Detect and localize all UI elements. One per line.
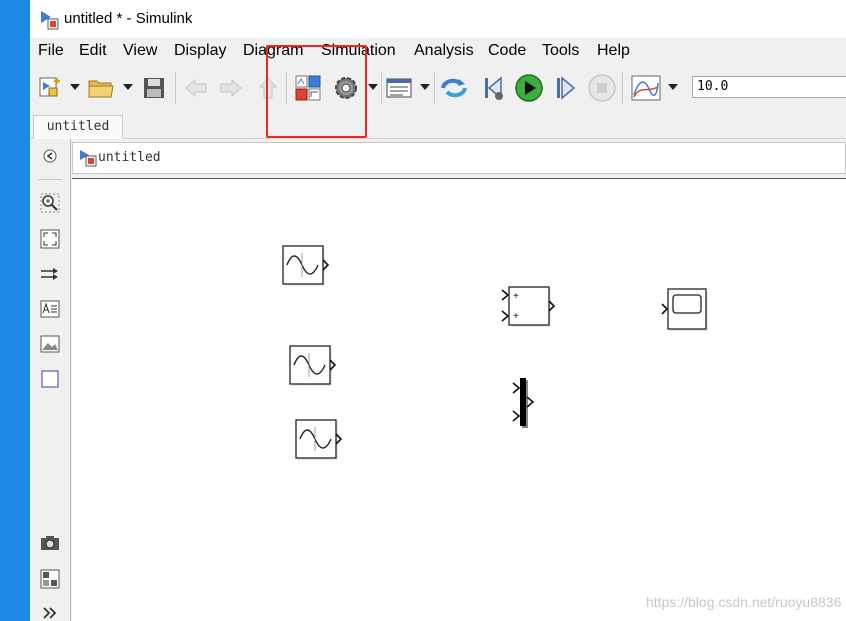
model-explorer-icon	[386, 78, 412, 98]
menu-file[interactable]: File	[38, 42, 64, 60]
save-button[interactable]	[138, 72, 170, 104]
snapshot-button[interactable]	[38, 531, 62, 555]
mux-block[interactable]	[511, 377, 541, 436]
update-diagram-button[interactable]	[438, 72, 470, 104]
menu-tools[interactable]: Tools	[542, 42, 579, 60]
save-icon	[144, 78, 164, 98]
simulink-app-icon	[39, 10, 59, 30]
camera-icon	[41, 536, 59, 550]
image-button[interactable]	[38, 332, 62, 356]
toolbar-separator	[175, 72, 176, 104]
model-browser-button[interactable]	[38, 567, 62, 591]
step-back-button[interactable]	[477, 72, 509, 104]
toolbar: 10.0	[30, 66, 846, 110]
expand-palette-button[interactable]	[38, 601, 62, 621]
tab-untitled[interactable]: untitled	[33, 115, 123, 139]
step-forward-icon	[557, 76, 576, 100]
arrows-right-icon	[41, 268, 58, 280]
sum-sign-2: +	[513, 311, 519, 322]
stop-time-field[interactable]: 10.0	[692, 76, 846, 98]
chevron-down-icon	[420, 84, 430, 90]
scope-block[interactable]	[660, 287, 710, 338]
address-bar: untitled	[72, 142, 846, 174]
refresh-icon	[441, 78, 467, 98]
data-inspector-dropdown[interactable]	[668, 82, 678, 92]
fit-to-view-button[interactable]	[38, 227, 62, 251]
sine-wave-block-3[interactable]	[295, 419, 343, 468]
stop-button[interactable]	[586, 72, 618, 104]
zoom-button[interactable]	[38, 191, 62, 215]
menu-code[interactable]: Code	[488, 42, 526, 60]
toolbar-separator	[622, 72, 623, 104]
area-button[interactable]	[38, 367, 62, 391]
arrow-right-icon	[220, 78, 242, 98]
new-model-icon	[39, 77, 60, 97]
back-circle-icon	[43, 149, 57, 163]
arrow-left-icon	[185, 78, 207, 98]
watermark-text: https://blog.csdn.net/ruoyu8836	[646, 594, 842, 610]
sine-wave-block-1[interactable]	[282, 245, 330, 294]
folder-icon	[88, 80, 114, 98]
text-annotation-icon	[40, 300, 60, 318]
simulink-window: untitled * - Simulink File Edit View Dis…	[30, 0, 846, 621]
model-config-dropdown[interactable]	[368, 82, 378, 92]
play-icon	[515, 74, 543, 102]
menu-analysis[interactable]: Analysis	[414, 42, 474, 60]
model-canvas[interactable]: + +	[72, 178, 846, 621]
run-button[interactable]	[513, 72, 545, 104]
new-model-dropdown[interactable]	[70, 82, 80, 92]
menu-edit[interactable]: Edit	[79, 42, 107, 60]
window-title: untitled * - Simulink	[64, 10, 193, 27]
forward-button[interactable]	[215, 72, 247, 104]
new-model-button[interactable]	[34, 72, 66, 104]
double-chevron-right-icon	[43, 607, 57, 619]
sine-wave-block-2[interactable]	[289, 345, 337, 394]
toolbar-separator	[434, 72, 435, 104]
step-forward-button[interactable]	[550, 72, 582, 104]
chevron-down-icon	[70, 84, 80, 90]
zoom-icon	[40, 193, 60, 213]
annotation-button[interactable]	[38, 297, 62, 321]
open-dropdown[interactable]	[123, 82, 133, 92]
chevron-down-icon	[368, 84, 378, 90]
model-icon	[79, 149, 97, 167]
model-explorer-dropdown[interactable]	[420, 82, 430, 92]
model-explorer-button[interactable]	[383, 72, 415, 104]
menu-display[interactable]: Display	[174, 42, 226, 60]
area-square-icon	[41, 370, 59, 388]
title-bar: untitled * - Simulink	[30, 0, 846, 38]
palette-separator	[38, 179, 62, 180]
chevron-down-icon	[668, 84, 678, 90]
breadcrumb[interactable]: untitled	[98, 150, 161, 165]
back-button[interactable]	[180, 72, 212, 104]
menu-view[interactable]: View	[123, 42, 157, 60]
image-icon	[40, 335, 60, 353]
toolbar-separator	[381, 72, 382, 104]
menu-help[interactable]: Help	[597, 42, 630, 60]
open-button[interactable]	[85, 72, 117, 104]
left-palette	[30, 139, 71, 621]
model-tab-strip: untitled	[30, 113, 846, 139]
stop-icon	[588, 74, 616, 102]
menu-bar: File Edit View Display Diagram Simulatio…	[30, 40, 846, 64]
simulation-data-inspector-button[interactable]	[630, 72, 662, 104]
step-back-icon	[485, 76, 503, 100]
sum-block[interactable]: + +	[500, 285, 556, 336]
fit-to-view-icon	[40, 229, 60, 249]
sum-sign-1: +	[513, 291, 519, 302]
route-lines-button[interactable]	[38, 262, 62, 286]
chevron-down-icon	[123, 84, 133, 90]
model-browser-icon	[40, 569, 60, 589]
hide-browser-button[interactable]	[38, 144, 62, 168]
data-inspector-icon	[631, 75, 661, 101]
